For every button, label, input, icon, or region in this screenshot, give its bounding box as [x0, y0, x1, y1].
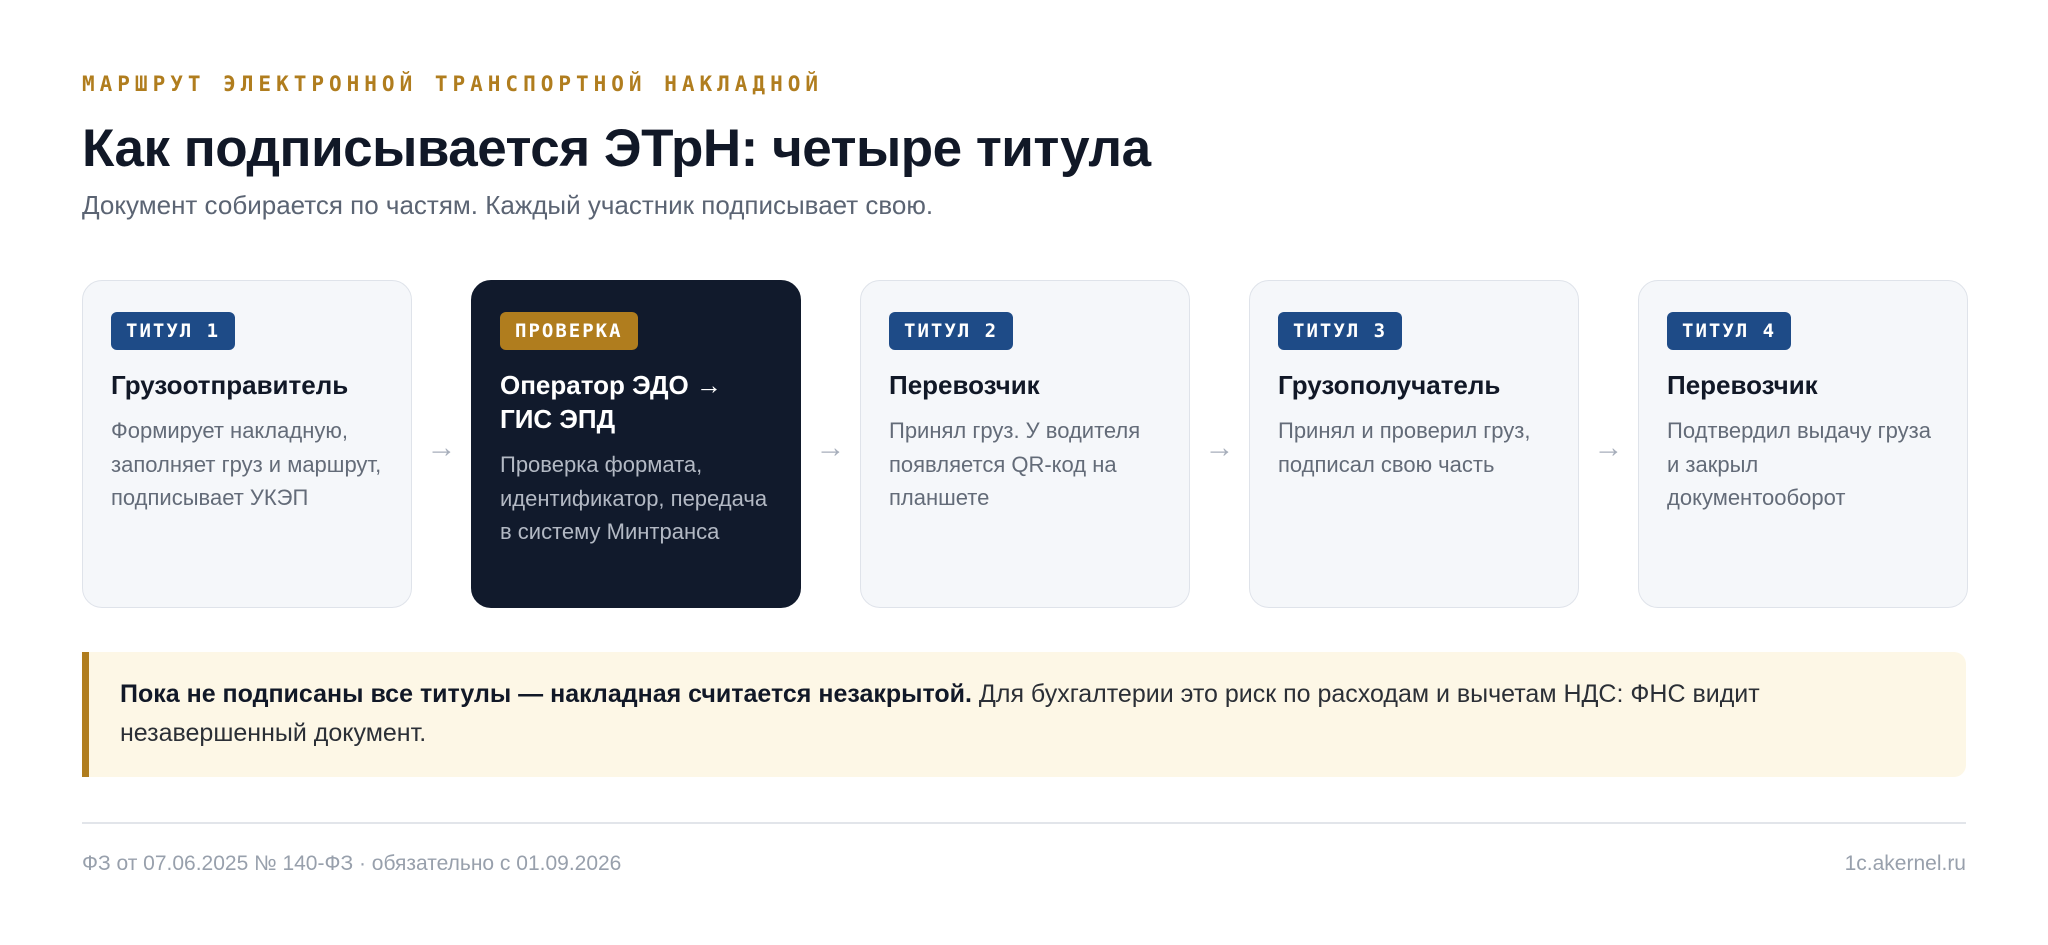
arrow-right-icon: →: [426, 431, 457, 464]
step-title: Оператор ЭДО → ГИС ЭПД: [500, 370, 722, 434]
step-description: Формирует накладную, заполняет груз и ма…: [111, 418, 382, 510]
step-description: Принял и проверил груз, подписал свою ча…: [1278, 418, 1531, 477]
step-card-title-1: ТИТУЛ 1 Грузоотправитель Формирует накла…: [82, 280, 412, 608]
page-subtitle: Документ собирается по частям. Каждый уч…: [82, 190, 934, 220]
step-title: Грузоотправитель: [111, 370, 349, 400]
arrow-right-icon: →: [1204, 431, 1235, 464]
step-description: Подтвердил выдачу груза и закрыл докумен…: [1667, 418, 1931, 510]
arrow-right-icon: →: [1593, 431, 1624, 464]
footer-divider: [82, 822, 1966, 824]
footer-site-link[interactable]: 1c.akernel.ru: [1845, 852, 1966, 876]
page: МАРШРУТ ЭЛЕКТРОННОЙ ТРАНСПОРТНОЙ НАКЛАДН…: [82, 0, 1968, 945]
signing-flow: ТИТУЛ 1 Грузоотправитель Формирует накла…: [82, 280, 1968, 608]
step-card-title-3: ТИТУЛ 3 Грузополучатель Принял и провери…: [1249, 280, 1579, 608]
warning-note: Пока не подписаны все титулы — накладная…: [82, 652, 1966, 777]
arrow-right-icon: →: [815, 431, 846, 464]
step-description: Принял груз. У водителя появляется QR-ко…: [889, 418, 1141, 510]
step-card-check: ПРОВЕРКА Оператор ЭДО → ГИС ЭПД Проверка…: [471, 280, 801, 608]
step-badge: ТИТУЛ 2: [889, 312, 1014, 350]
step-badge: ТИТУЛ 4: [1667, 312, 1792, 350]
step-badge: ПРОВЕРКА: [500, 312, 638, 350]
step-description: Проверка формата, идентификатор, передач…: [500, 452, 768, 544]
footer-law-reference: ФЗ от 07.06.2025 № 140-ФЗ · обязательно …: [82, 852, 622, 875]
step-badge: ТИТУЛ 1: [111, 312, 236, 350]
page-title: Как подписывается ЭТрН: четыре титула: [82, 119, 1151, 178]
step-badge: ТИТУЛ 3: [1278, 312, 1403, 350]
step-card-title-4: ТИТУЛ 4 Перевозчик Подтвердил выдачу гру…: [1638, 280, 1968, 608]
kicker: МАРШРУТ ЭЛЕКТРОННОЙ ТРАНСПОРТНОЙ НАКЛАДН…: [82, 72, 824, 96]
step-title: Перевозчик: [889, 370, 1040, 400]
warning-note-strong: Пока не подписаны все титулы — накладная…: [120, 680, 972, 708]
step-title: Грузополучатель: [1278, 370, 1501, 400]
step-title: Перевозчик: [1667, 370, 1818, 400]
step-card-title-2: ТИТУЛ 2 Перевозчик Принял груз. У водите…: [860, 280, 1190, 608]
